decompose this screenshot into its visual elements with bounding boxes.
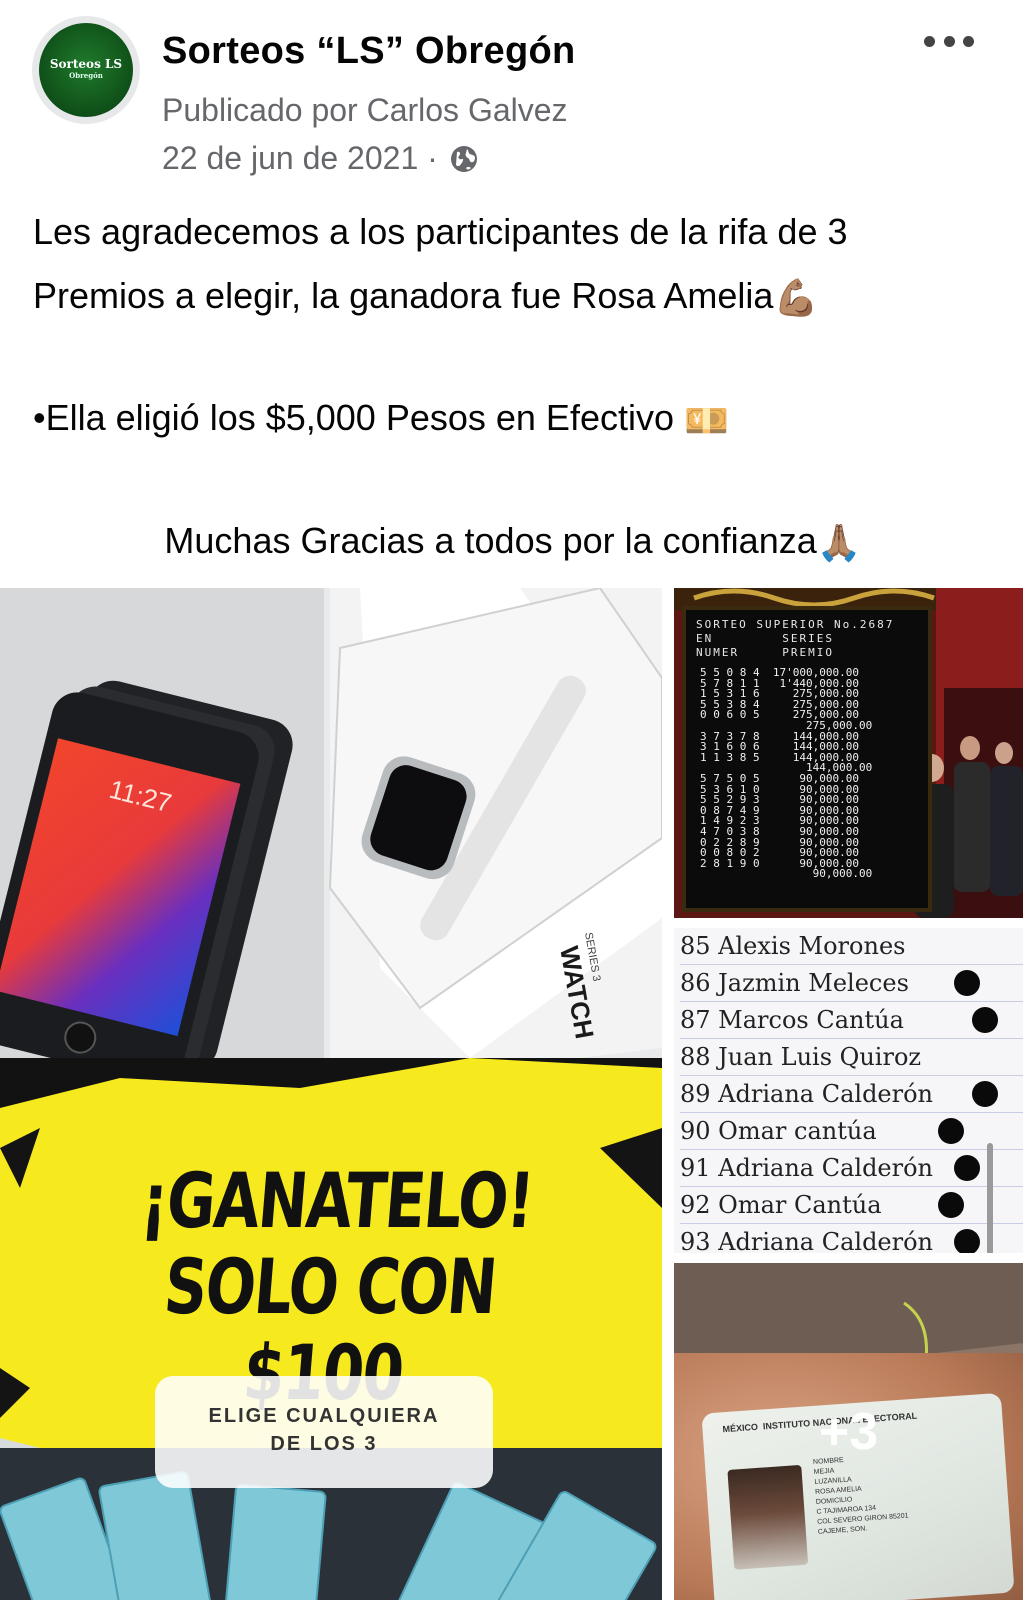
- page-name[interactable]: Sorteos “LS” Obregón: [162, 30, 575, 73]
- participant-label: 91 Adriana Calderón: [680, 1154, 934, 1182]
- participant-label: 86 Jazmin Meleces: [680, 969, 909, 997]
- post-date[interactable]: 22 de jun de 2021 ·: [162, 140, 438, 177]
- participant-label: 87 Marcos Cantúa: [680, 1006, 904, 1034]
- globe-icon: [450, 145, 477, 172]
- participant-row: 91 Adriana Calderón: [680, 1150, 1023, 1187]
- avatar-text: Sorteos LS: [49, 57, 123, 71]
- taken-marker: [972, 1007, 998, 1033]
- more-options-button[interactable]: [924, 26, 974, 56]
- participant-label: 93 Adriana Calderón: [680, 1228, 934, 1253]
- participant-label: 88 Juan Luis Quiroz: [680, 1043, 922, 1071]
- photo-participants-list[interactable]: 85 Alexis Morones 86 Jazmin Meleces 87 Mar…: [674, 928, 1023, 1253]
- photo-lottery-results[interactable]: SORTEO SUPERIOR No.2687 EN SERIES NUMER …: [674, 588, 1023, 918]
- post-text-line: Premios a elegir, la ganadora fue Rosa A…: [33, 264, 993, 330]
- promo-choice-box: ELIGE CUALQUIERA DE LOS 3: [155, 1376, 493, 1488]
- post-meta: 22 de jun de 2021 ·: [162, 140, 480, 177]
- taken-marker: [954, 970, 980, 996]
- participant-row: 90 Omar cantúa: [680, 1113, 1023, 1150]
- participant-row: 89 Adriana Calderón: [680, 1076, 1023, 1113]
- participant-row: 93 Adriana Calderón: [680, 1224, 1023, 1253]
- taken-marker: [954, 1229, 980, 1253]
- photo-id-card[interactable]: MÉXICO INSTITUTO NACIONAL ELECTORAL NOMB…: [674, 1263, 1023, 1600]
- posted-by[interactable]: Publicado por Carlos Galvez: [162, 92, 568, 129]
- taken-marker: [938, 1192, 964, 1218]
- scrollbar: [987, 1143, 993, 1253]
- more-photos-overlay[interactable]: +3: [674, 1263, 1023, 1600]
- photo-promo[interactable]: WATCH SERIES 3 11:27 ¡GANATELO! SOLO CON…: [0, 588, 662, 1600]
- lottery-board: SORTEO SUPERIOR No.2687 EN SERIES NUMER …: [682, 606, 932, 912]
- taken-marker: [972, 1081, 998, 1107]
- lottery-board-rows: 5 5 0 8 4 17'000,000.00 5 7 8 1 1 1'440,…: [700, 666, 873, 881]
- post-text-line: •Ella eligió los $5,000 Pesos en Efectiv…: [33, 386, 993, 452]
- more-options-icon: [924, 35, 935, 47]
- participant-row: 86 Jazmin Meleces: [680, 965, 1023, 1002]
- flexed-biceps-emoji: 💪🏽: [773, 277, 819, 319]
- more-photos-count: +3: [818, 1402, 879, 1461]
- participant-row: 85 Alexis Morones: [680, 928, 1023, 965]
- participant-row: 92 Omar Cantúa: [680, 1187, 1023, 1224]
- money-emoji: 💴: [684, 399, 729, 441]
- participant-row: 87 Marcos Cantúa: [680, 1002, 1023, 1039]
- post-header: Sorteos LS Obregón Sorteos “LS” Obregón …: [0, 0, 1023, 190]
- participant-label: 92 Omar Cantúa: [680, 1191, 882, 1219]
- avatar-subtext: Obregón: [69, 71, 103, 80]
- page-avatar[interactable]: Sorteos LS Obregón: [32, 16, 140, 124]
- participant-label: 85 Alexis Morones: [680, 932, 906, 960]
- folded-hands-emoji: 🙏🏽: [816, 522, 862, 564]
- page-logo: Sorteos LS Obregón: [39, 23, 133, 117]
- lottery-board-header: SORTEO SUPERIOR No.2687 EN SERIES NUMER …: [696, 618, 895, 659]
- post-text: Les agradecemos a los participantes de l…: [33, 200, 993, 575]
- participants-list: 85 Alexis Morones 86 Jazmin Meleces 87 Mar…: [680, 928, 1023, 1253]
- participant-row: 88 Juan Luis Quiroz: [680, 1039, 1023, 1076]
- photo-grid: WATCH SERIES 3 11:27 ¡GANATELO! SOLO CON…: [0, 588, 1023, 1600]
- taken-marker: [938, 1118, 964, 1144]
- participant-label: 90 Omar cantúa: [680, 1117, 877, 1145]
- post-text-line: Les agradecemos a los participantes de l…: [33, 211, 848, 252]
- taken-marker: [954, 1155, 980, 1181]
- post-text-line: Muchas Gracias a todos por la confianza🙏…: [33, 509, 993, 575]
- participant-label: 89 Adriana Calderón: [680, 1080, 934, 1108]
